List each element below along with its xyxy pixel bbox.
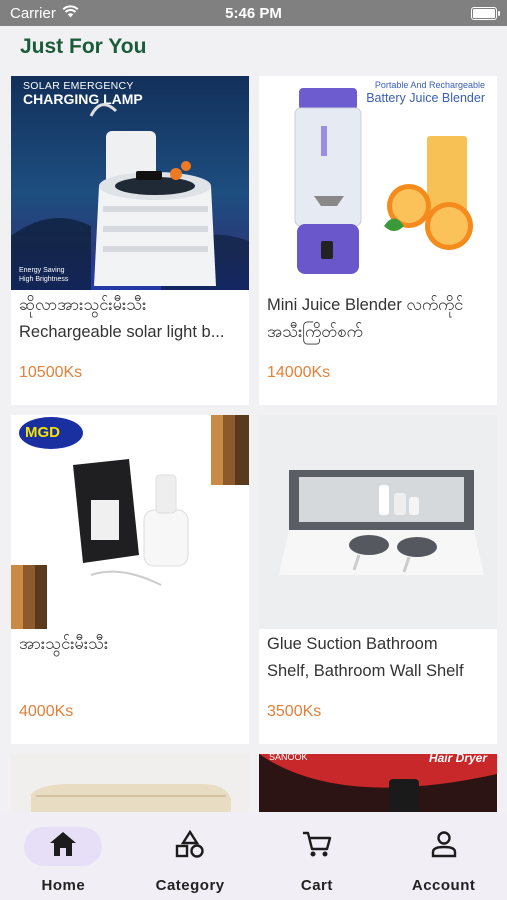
category-icon bbox=[175, 829, 205, 863]
product-card[interactable]: MGD အားသွင်းမီးသီး 4000Ks bbox=[11, 415, 249, 744]
product-card[interactable]: SANOOK Hair Dryer bbox=[259, 754, 497, 814]
tab-account[interactable]: Account bbox=[380, 812, 507, 900]
tab-home[interactable]: Home bbox=[0, 812, 127, 900]
product-name: Glue Suction Bathroom Shelf, Bathroom Wa… bbox=[267, 635, 464, 680]
tab-label: Category bbox=[155, 877, 225, 894]
section-title: Just For You bbox=[20, 35, 147, 58]
product-image bbox=[259, 415, 497, 629]
product-image: SANOOK Hair Dryer bbox=[259, 754, 497, 814]
product-name: Mini Juice Blender လက်ကိုင် အသီးကြိတ်စက် bbox=[267, 296, 464, 341]
image-features: Energy Saving High Brightness bbox=[19, 267, 69, 283]
tab-icon-container bbox=[278, 827, 356, 866]
product-price: 3500Ks bbox=[267, 703, 322, 720]
product-image bbox=[11, 754, 249, 814]
tab-label: Account bbox=[411, 877, 476, 894]
home-icon bbox=[49, 831, 77, 862]
tab-label: Home bbox=[41, 877, 86, 894]
image-logo: MGD bbox=[25, 424, 60, 441]
product-image: MGD bbox=[11, 415, 249, 629]
product-price: 4000Ks bbox=[19, 703, 74, 720]
tab-icon-container bbox=[151, 827, 229, 866]
product-price: 10500Ks bbox=[19, 364, 83, 381]
cart-icon bbox=[302, 830, 332, 863]
tab-icon-container bbox=[24, 827, 103, 866]
product-name: အားသွင်းမီးသီး bbox=[19, 635, 109, 653]
product-image: SOLAR EMERGENCY CHARGING LAMP Energy Sav… bbox=[11, 76, 249, 290]
status-bar: Carrier 5:46 PM bbox=[0, 0, 507, 26]
tab-label: Cart bbox=[300, 877, 333, 894]
status-left: Carrier bbox=[10, 5, 79, 22]
product-card[interactable] bbox=[11, 754, 249, 814]
wifi-icon bbox=[62, 4, 79, 22]
product-card[interactable]: SOLAR EMERGENCY CHARGING LAMP Energy Sav… bbox=[11, 76, 249, 405]
tab-icon-container bbox=[405, 827, 483, 866]
bottom-tab-bar: Home Category Cart Account bbox=[0, 812, 507, 900]
account-icon bbox=[430, 830, 458, 863]
product-grid: SOLAR EMERGENCY CHARGING LAMP Energy Sav… bbox=[11, 76, 497, 814]
product-image: Portable And Rechargeable Battery Juice … bbox=[259, 76, 497, 290]
product-card[interactable]: Glue Suction Bathroom Shelf, Bathroom Wa… bbox=[259, 415, 497, 744]
product-price: 14000Ks bbox=[267, 364, 331, 381]
battery-icon bbox=[471, 6, 500, 20]
product-card[interactable]: Portable And Rechargeable Battery Juice … bbox=[259, 76, 497, 405]
product-name: ဆိုလာအားသွင်းမီးသီး Rechargeable solar l… bbox=[19, 296, 225, 341]
tab-category[interactable]: Category bbox=[127, 812, 254, 900]
carrier-label: Carrier bbox=[10, 4, 56, 22]
tab-cart[interactable]: Cart bbox=[254, 812, 381, 900]
